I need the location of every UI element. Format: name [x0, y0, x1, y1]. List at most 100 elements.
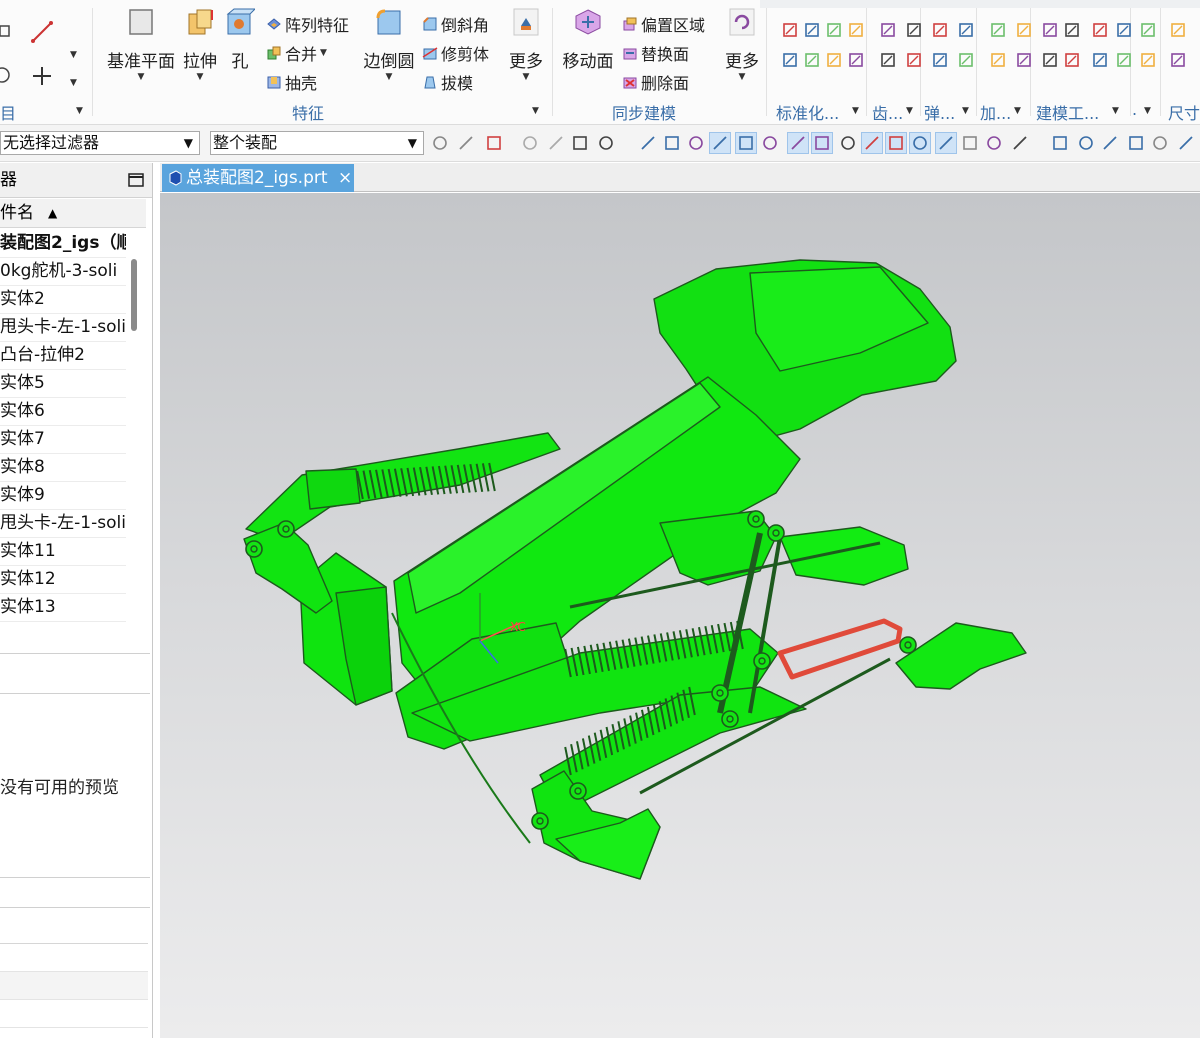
tree-node[interactable]: 甩头卡-左-1-soli: [0, 313, 126, 342]
tool-icon[interactable]: [848, 22, 864, 38]
graphics-viewport[interactable]: XC: [160, 193, 1200, 1038]
snap-tool-icon[interactable]: [596, 133, 616, 153]
sketch-more-caret[interactable]: ▼: [70, 50, 77, 60]
tree-node[interactable]: 实体12: [0, 565, 126, 594]
standard-caret[interactable]: ▼: [852, 106, 859, 116]
snap-tool-icon[interactable]: [1126, 133, 1146, 153]
tool-icon[interactable]: [1170, 22, 1186, 38]
tool-icon[interactable]: [826, 22, 842, 38]
close-icon[interactable]: ×: [338, 164, 352, 192]
feature-more-button[interactable]: 更多 ▼: [504, 8, 548, 82]
snap-tool-icon[interactable]: [456, 133, 476, 153]
snap-tool-icon[interactable]: [686, 133, 706, 153]
tool-icon[interactable]: [958, 22, 974, 38]
tree-node[interactable]: 实体13: [0, 593, 126, 622]
pattern-feature-button[interactable]: 阵列特征: [266, 12, 349, 36]
tool-icon[interactable]: [1140, 52, 1156, 68]
tree-node[interactable]: 凸台-拉伸2: [0, 341, 126, 370]
snap-tool-icon[interactable]: [1100, 133, 1120, 153]
snap-tool-icon[interactable]: [1176, 133, 1196, 153]
snap-tool-icon[interactable]: [735, 132, 757, 154]
tool-icon[interactable]: [1016, 22, 1032, 38]
snap-tool-icon[interactable]: [638, 133, 658, 153]
tree-node[interactable]: 实体7: [0, 425, 126, 454]
snap-tool-icon[interactable]: [861, 132, 883, 154]
unite-button[interactable]: 合并 ▼: [266, 41, 327, 65]
snap-tool-icon[interactable]: [811, 132, 833, 154]
rectangle-icon[interactable]: [0, 22, 14, 40]
snap-tool-icon[interactable]: [484, 133, 504, 153]
draft-button[interactable]: 拔模: [422, 70, 473, 94]
tool-icon[interactable]: [1116, 22, 1132, 38]
group-label-spring[interactable]: 弹...: [924, 100, 955, 124]
snap-tool-icon[interactable]: [787, 132, 809, 154]
snap-tool-icon[interactable]: [1010, 133, 1030, 153]
tool-icon[interactable]: [1092, 22, 1108, 38]
group-label-add[interactable]: 加...: [980, 100, 1011, 124]
replace-face-button[interactable]: 替换面: [622, 41, 689, 65]
tool-icon[interactable]: [1064, 22, 1080, 38]
tree-node[interactable]: 实体9: [0, 481, 126, 510]
snap-tool-icon[interactable]: [709, 132, 731, 154]
tool-icon[interactable]: [1064, 52, 1080, 68]
gear-caret[interactable]: ▼: [906, 106, 913, 116]
tool-icon[interactable]: [826, 52, 842, 68]
tool-icon[interactable]: [782, 22, 798, 38]
add-caret[interactable]: ▼: [1014, 106, 1021, 116]
snap-tool-icon[interactable]: [662, 133, 682, 153]
tool-icon[interactable]: [1140, 22, 1156, 38]
assembly-model[interactable]: XC: [160, 193, 1200, 1038]
edge-blend-button[interactable]: 边倒圆 ▼: [360, 8, 418, 82]
snap-tool-icon[interactable]: [1076, 133, 1096, 153]
column-header-name[interactable]: 件名 ▲: [0, 199, 146, 228]
tool-icon[interactable]: [880, 52, 896, 68]
snap-tool-icon[interactable]: [1050, 133, 1070, 153]
tree-node[interactable]: 实体6: [0, 397, 126, 426]
tree-node[interactable]: 甩头卡-左-1-soli: [0, 509, 126, 538]
tree-node[interactable]: 实体2: [0, 285, 126, 314]
modeling-tools-caret[interactable]: ▼: [1112, 106, 1119, 116]
extrude-button[interactable]: 拉伸 ▼: [180, 8, 220, 82]
snap-tool-icon[interactable]: [760, 133, 780, 153]
tool-icon[interactable]: [990, 22, 1006, 38]
tool-icon[interactable]: [782, 52, 798, 68]
tool-icon[interactable]: [804, 52, 820, 68]
sketch-more-caret-2[interactable]: ▼: [70, 78, 77, 88]
tool-icon[interactable]: [1042, 22, 1058, 38]
maximize-icon[interactable]: [128, 173, 144, 187]
point-plus-icon[interactable]: [32, 66, 52, 86]
tree-root-node[interactable]: 装配图2_igs（顺: [0, 229, 126, 258]
tool-icon[interactable]: [880, 22, 896, 38]
tool-icon[interactable]: [906, 22, 922, 38]
tool-icon[interactable]: [958, 52, 974, 68]
snap-tool-icon[interactable]: [960, 133, 980, 153]
snap-tool-icon[interactable]: [430, 133, 450, 153]
group-label-modeling-tools[interactable]: 建模工...: [1036, 100, 1099, 124]
tree-node[interactable]: 实体8: [0, 453, 126, 482]
group-label-misc[interactable]: .: [1132, 100, 1137, 119]
misc-caret[interactable]: ▼: [1144, 106, 1151, 116]
chamfer-button[interactable]: 倒斜角: [422, 12, 489, 36]
selection-scope-dropdown[interactable]: 整个装配 ▼: [210, 131, 424, 155]
tool-icon[interactable]: [1170, 52, 1186, 68]
tree-node[interactable]: 实体11: [0, 537, 126, 566]
datum-plane-button[interactable]: 基准平面 ▼: [104, 8, 178, 82]
snap-tool-icon[interactable]: [838, 133, 858, 153]
feature-group-caret[interactable]: ▼: [532, 106, 539, 116]
tool-icon[interactable]: [932, 22, 948, 38]
hole-button[interactable]: 孔: [222, 8, 258, 72]
group-label-gear[interactable]: 齿...: [872, 100, 903, 124]
snap-tool-icon[interactable]: [935, 132, 957, 154]
line-icon[interactable]: [30, 20, 54, 44]
shell-button[interactable]: 抽壳: [266, 70, 317, 94]
type-filter-dropdown[interactable]: 无选择过滤器 ▼: [0, 131, 200, 155]
tool-icon[interactable]: [1042, 52, 1058, 68]
tool-icon[interactable]: [990, 52, 1006, 68]
delete-face-button[interactable]: 删除面: [622, 70, 689, 94]
circle-icon[interactable]: [0, 66, 14, 84]
tool-icon[interactable]: [932, 52, 948, 68]
snap-tool-icon[interactable]: [909, 132, 931, 154]
spring-caret[interactable]: ▼: [962, 106, 969, 116]
group-label-standard[interactable]: 标准化...: [776, 100, 839, 124]
group-label-dimension[interactable]: 尺寸: [1168, 100, 1200, 124]
